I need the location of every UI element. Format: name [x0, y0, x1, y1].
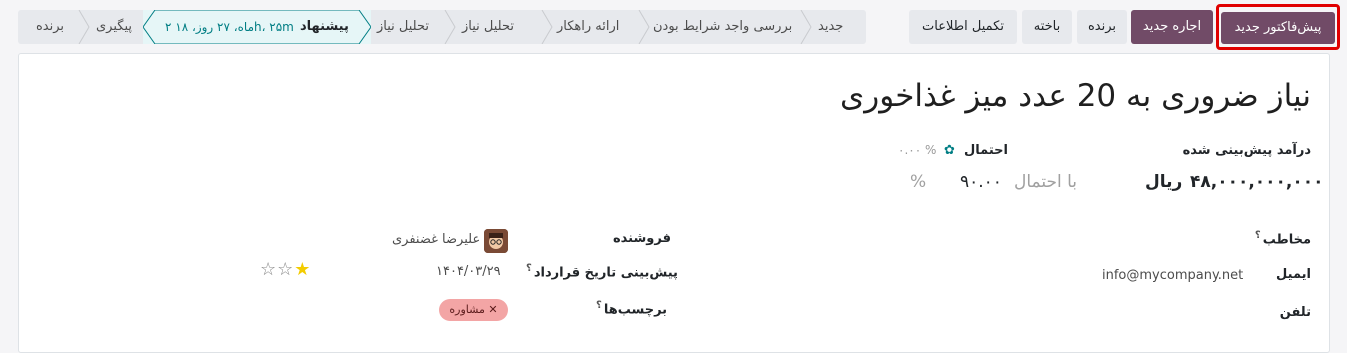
probability-value[interactable]: ۹۰.۰۰ — [960, 172, 1002, 192]
stage-new[interactable]: جدید — [818, 10, 843, 44]
stage-qualification-check[interactable]: بررسی واجد شرایط بودن — [653, 10, 792, 44]
stage-needs-analysis-1[interactable]: تحلیل نیاز — [462, 10, 514, 44]
expected-closing-label: پیش‌بینی تاریخ قرارداد؟ — [526, 263, 678, 281]
gear-icon[interactable]: ✿ — [944, 143, 955, 158]
email-label: ایمیل — [1276, 267, 1311, 282]
tags-label: برچسب‌ها؟ — [596, 300, 668, 318]
stage-won[interactable]: برنده — [36, 10, 64, 44]
enrich-button[interactable]: تکمیل اطلاعات — [909, 10, 1017, 44]
stage-proposal-duration: ۲ ماه، ۲۷ روز، ۱۸h، ۲۵m — [165, 20, 294, 34]
priority-stars[interactable]: ☆☆★ — [260, 259, 311, 280]
star-icon[interactable]: ★ — [294, 259, 311, 280]
expected-closing-value[interactable]: ۱۴۰۴/۰۳/۲۹ — [436, 264, 501, 279]
stage-needs-analysis-2[interactable]: تحلیل نیاز — [377, 10, 429, 44]
highlight-box — [1216, 4, 1340, 50]
won-button[interactable]: برنده — [1077, 10, 1127, 44]
contact-label: مخاطب؟ — [1254, 230, 1311, 248]
new-rental-button[interactable]: اجاره جدید — [1131, 10, 1213, 44]
stage-solution[interactable]: ارائه راهکار — [557, 10, 619, 44]
stage-separator — [638, 10, 650, 44]
avatar — [484, 229, 508, 253]
stage-followup[interactable]: پیگیری — [96, 10, 132, 44]
close-icon[interactable]: ✕ — [488, 303, 497, 316]
phone-label: تلفن — [1279, 305, 1311, 320]
help-icon: ؟ — [1254, 230, 1261, 241]
salesperson-label: فروشنده — [613, 231, 671, 246]
help-icon: ؟ — [596, 300, 602, 311]
probability-label: احتمال — [964, 143, 1009, 158]
stage-separator — [541, 10, 553, 44]
probability-auto: ۰.۰۰ % — [898, 143, 937, 157]
stage-separator — [444, 10, 456, 44]
currency-label: ریال — [1145, 172, 1183, 192]
star-icon[interactable]: ☆ — [260, 259, 277, 280]
salesperson-value[interactable]: علیرضا غضنفری — [392, 232, 480, 247]
email-value[interactable]: info@mycompany.net — [1102, 268, 1243, 283]
stage-separator — [800, 10, 812, 44]
percent-sign: % — [910, 172, 927, 192]
tag-badge[interactable]: مشاوره ✕ — [439, 299, 508, 321]
opportunity-title[interactable]: نیاز ضروری به 20 عدد میز غذاخوری — [840, 78, 1311, 114]
star-icon[interactable]: ☆ — [277, 259, 294, 280]
help-icon: ؟ — [526, 263, 532, 274]
stage-proposal-label: پیشنهاد — [300, 19, 349, 34]
stage-separator — [78, 10, 90, 44]
expected-revenue-value[interactable]: ۴۸,۰۰۰,۰۰۰,۰۰۰ — [1190, 172, 1324, 192]
lost-button[interactable]: باخته — [1022, 10, 1072, 44]
with-probability-label: با احتمال — [1014, 172, 1078, 192]
expected-revenue-label: درآمد پیش‌بینی شده — [1182, 143, 1311, 158]
tag-label: مشاوره — [449, 303, 485, 316]
